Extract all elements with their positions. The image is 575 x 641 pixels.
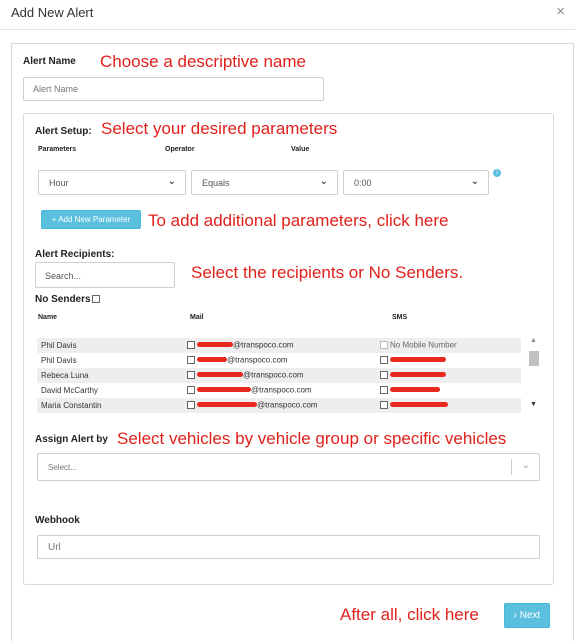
sms-cell: No Mobile Number — [380, 340, 457, 349]
info-icon[interactable]: i — [493, 169, 501, 177]
recipient-name: David McCarthy — [41, 386, 98, 395]
redacted-mark — [390, 372, 446, 378]
mail-checkbox[interactable] — [187, 340, 195, 349]
dialog-header: Add New Alert × — [0, 0, 575, 30]
select-divider — [511, 459, 512, 475]
redacted-mark — [390, 357, 446, 363]
redacted-mark — [197, 357, 227, 363]
sms-cell — [380, 385, 440, 394]
sms-checkbox[interactable] — [380, 340, 388, 349]
recipient-name: Phil Davis — [41, 341, 77, 350]
recipient-name: Maria Constantin — [41, 401, 102, 410]
scroll-thumb[interactable] — [529, 351, 539, 366]
assign-select-value: Select... — [48, 463, 77, 472]
sms-checkbox[interactable] — [380, 400, 388, 409]
assign-alert-label: Assign Alert by — [35, 434, 108, 445]
mail-cell: @transpoco.com — [187, 400, 318, 409]
assign-alert-annotation: Select vehicles by vehicle group or spec… — [117, 429, 507, 448]
redacted-mark — [197, 372, 243, 378]
add-parameter-annotation: To add additional parameters, click here — [148, 211, 449, 230]
sms-checkbox[interactable] — [380, 355, 388, 364]
chevron-down-icon: ⌄ — [167, 176, 176, 187]
alert-name-annotation: Choose a descriptive name — [100, 52, 307, 71]
add-parameter-button[interactable]: + Add New Parameter — [41, 210, 141, 229]
chevron-down-icon: ⌄ — [470, 176, 479, 187]
assign-select[interactable]: Select... ⌄ — [37, 453, 540, 481]
next-annotation: After all, click here — [340, 605, 479, 624]
operator-select[interactable]: Equals ⌄ — [191, 170, 338, 195]
sms-column-header: SMS — [392, 314, 408, 321]
alert-name-label: Alert Name — [23, 56, 76, 67]
recipient-name: Phil Davis — [41, 356, 77, 365]
sms-cell — [380, 370, 446, 379]
mail-checkbox[interactable] — [187, 355, 195, 364]
operator-column-header: Operator — [165, 146, 195, 153]
operator-select-value: Equals — [202, 178, 230, 188]
parameters-column-header: Parameters — [38, 146, 77, 153]
dialog-title: Add New Alert — [11, 5, 94, 20]
redacted-mark — [390, 402, 448, 408]
mail-checkbox[interactable] — [187, 370, 195, 379]
alert-setup-label: Alert Setup: — [35, 126, 92, 137]
recipient-name: Rebeca Luna — [41, 371, 89, 380]
mail-domain: @transpoco.com — [251, 385, 312, 395]
redacted-mark — [197, 342, 233, 348]
webhook-url-input[interactable]: Url — [37, 535, 540, 559]
table-row: David McCarthy @transpoco.com — [37, 383, 521, 398]
recipients-scrollbar[interactable]: ▲ ▼ — [527, 337, 541, 414]
no-senders-label: No Senders — [35, 294, 91, 305]
chevron-down-icon: ⌄ — [319, 176, 328, 187]
value-select-value: 0:00 — [354, 178, 372, 188]
table-row: Maria Constantin @transpoco.com — [37, 398, 521, 413]
mail-domain: @transpoco.com — [227, 355, 288, 365]
table-row: Rebeca Luna @transpoco.com — [37, 368, 521, 383]
recipients-table: Phil Davis @transpoco.com No Mobile Numb… — [37, 338, 521, 414]
mail-column-header: Mail — [190, 314, 204, 321]
mail-domain: @transpoco.com — [233, 340, 294, 350]
scroll-down-icon[interactable]: ▼ — [530, 401, 537, 408]
alert-recipients-label: Alert Recipients: — [35, 249, 115, 260]
redacted-mark — [390, 387, 440, 393]
alert-name-input[interactable]: Alert Name — [23, 77, 324, 101]
chevron-down-icon: ⌄ — [521, 460, 530, 471]
parameter-select-value: Hour — [49, 178, 69, 188]
value-select[interactable]: 0:00 ⌄ — [343, 170, 489, 195]
mail-domain: @transpoco.com — [257, 400, 318, 410]
sms-checkbox[interactable] — [380, 385, 388, 394]
parameter-select[interactable]: Hour ⌄ — [38, 170, 186, 195]
mail-domain: @transpoco.com — [243, 370, 304, 380]
mail-cell: @transpoco.com — [187, 340, 294, 349]
no-senders-checkbox[interactable] — [92, 295, 100, 303]
webhook-label: Webhook — [35, 515, 80, 526]
mail-checkbox[interactable] — [187, 400, 195, 409]
redacted-mark — [197, 387, 251, 393]
scroll-up-icon[interactable]: ▲ — [530, 337, 537, 344]
close-icon[interactable]: × — [556, 3, 565, 20]
mail-cell: @transpoco.com — [187, 355, 288, 364]
recipients-annotation: Select the recipients or No Senders. — [191, 263, 464, 282]
sms-cell — [380, 400, 448, 409]
redacted-mark — [197, 402, 257, 408]
name-column-header: Name — [38, 314, 58, 321]
recipients-search-input[interactable]: Search... — [35, 262, 175, 288]
table-row: Phil Davis @transpoco.com No Mobile Numb… — [37, 338, 521, 353]
mail-checkbox[interactable] — [187, 385, 195, 394]
value-column-header: Value — [291, 146, 310, 153]
alert-setup-annotation: Select your desired parameters — [101, 119, 338, 138]
mail-cell: @transpoco.com — [187, 370, 304, 379]
sms-value: No Mobile Number — [390, 340, 457, 350]
next-button[interactable]: › Next — [504, 603, 550, 628]
sms-cell — [380, 355, 446, 364]
mail-cell: @transpoco.com — [187, 385, 312, 394]
sms-checkbox[interactable] — [380, 370, 388, 379]
table-row: Phil Davis @transpoco.com — [37, 353, 521, 368]
